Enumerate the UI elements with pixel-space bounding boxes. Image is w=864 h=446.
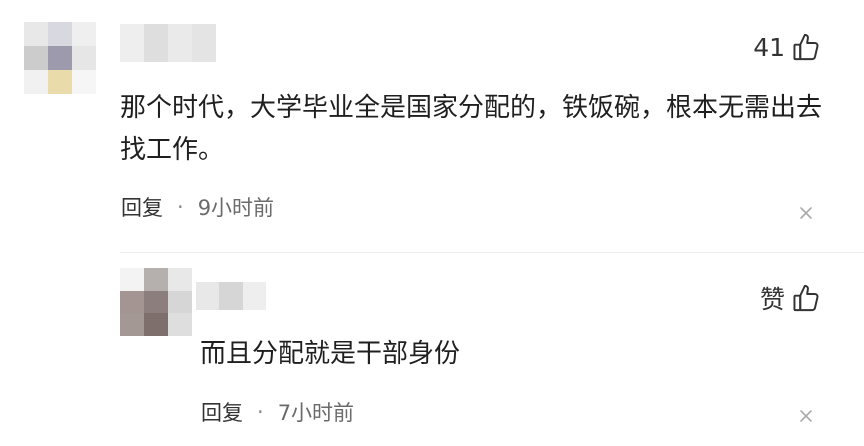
username-mosaic-cell	[120, 24, 144, 62]
avatar-mosaic-cell	[144, 290, 168, 314]
avatar-mosaic-cell	[72, 46, 96, 70]
username-mosaic-cell	[242, 282, 266, 310]
username-mosaic-cell	[192, 24, 216, 62]
reply-meta: 回复 · 7小时前	[201, 397, 354, 427]
avatar-mosaic-cell	[120, 268, 144, 291]
avatar-mosaic-cell	[168, 268, 192, 291]
avatar-mosaic-cell	[48, 22, 72, 46]
comment-text: 那个时代，大学毕业全是国家分配的，铁饭碗，根本无需出去找工作。	[120, 93, 823, 165]
avatar-mosaic-cell	[24, 46, 48, 70]
avatar-mosaic-cell	[48, 70, 72, 94]
reply-reply-button[interactable]: 回复	[201, 397, 243, 427]
thumbs-up-icon	[793, 284, 819, 312]
reply-text: 而且分配就是干部身份	[200, 339, 461, 369]
avatar-mosaic-cell	[120, 290, 144, 314]
comment-timestamp: 9小时前	[197, 196, 275, 220]
comment-avatar[interactable]	[24, 22, 96, 94]
reply-like-button[interactable]: 赞	[760, 280, 820, 316]
close-icon[interactable]	[796, 203, 816, 223]
avatar-mosaic-cell	[72, 22, 96, 46]
close-icon[interactable]	[796, 406, 816, 426]
username-mosaic-cell	[196, 282, 220, 310]
meta-separator: ·	[177, 195, 184, 219]
reply-avatar[interactable]	[120, 268, 192, 336]
avatar-mosaic-cell	[144, 313, 168, 336]
reply-like-label: 赞	[759, 285, 785, 314]
username-mosaic-cell	[144, 24, 168, 62]
username-mosaic-cell	[219, 282, 243, 310]
avatar-mosaic-cell	[168, 290, 192, 314]
divider	[120, 252, 864, 253]
comment-username-blurred[interactable]	[120, 24, 216, 62]
reply-timestamp: 7小时前	[277, 401, 355, 425]
comment-meta: 回复 · 9小时前	[121, 192, 274, 222]
avatar-mosaic-cell	[144, 268, 168, 291]
avatar-mosaic-cell	[24, 70, 48, 94]
comment-reply-button[interactable]: 回复	[121, 192, 163, 222]
avatar-mosaic-cell	[48, 46, 72, 70]
reply-username-blurred[interactable]	[196, 282, 266, 310]
avatar-mosaic-cell	[168, 313, 192, 336]
avatar-mosaic-cell	[120, 313, 144, 336]
thumbs-up-icon	[793, 33, 819, 61]
comment-like-button[interactable]: 41	[753, 32, 820, 62]
comment-like-count: 41	[753, 32, 785, 62]
avatar-mosaic-cell	[72, 70, 96, 94]
avatar-mosaic-cell	[24, 22, 48, 46]
username-mosaic-cell	[168, 24, 192, 62]
meta-separator: ·	[257, 400, 264, 424]
